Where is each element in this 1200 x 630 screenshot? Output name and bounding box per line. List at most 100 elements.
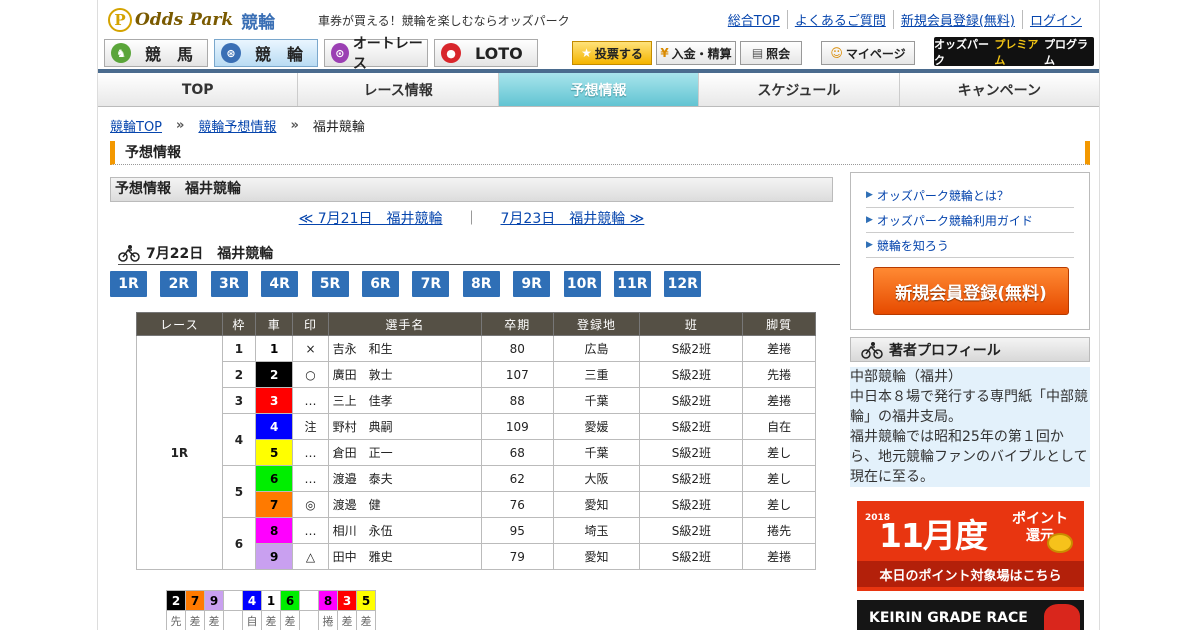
page: P Odds Park 競輪 車券が買える！競輪を楽しむならオッズパーク 総合T… [97,0,1100,630]
race-tab-8r[interactable]: 8R [462,271,500,297]
waku-cell: 2 [221,361,257,388]
mark-cell: × [292,335,329,362]
line-style-cell [223,610,243,630]
site-logo[interactable]: P Odds Park 競輪 [108,7,275,33]
bicycle-icon: ⊛ [221,43,241,63]
race-tab-12r[interactable]: 12R [664,271,702,297]
logo-text: Odds Park [135,10,234,30]
sidebar-link-label: オッズパーク競輪とは？ [876,188,1009,203]
sport-tab-keirin[interactable]: ⊛ 競 輪 [214,39,318,67]
waku-cell: 5 [221,465,257,518]
breadcrumb-current: 福井競輪 [312,120,365,135]
race-tab-5r[interactable]: 5R [311,271,349,297]
term-cell: 95 [481,517,554,544]
race-tab-2r[interactable]: 2R [160,271,198,297]
inquiry-button[interactable]: ▤ 照会 [740,41,802,65]
breadcrumb-prediction[interactable]: 競輪予想情報 [198,116,276,135]
mypage-button[interactable]: ☺ マイページ [821,41,915,65]
tagline: 車券が買える！競輪を楽しむならオッズパーク [318,14,570,28]
race-tab-1r[interactable]: 1R [110,271,147,297]
term-cell: 79 [481,543,554,570]
sidebar-link-about[interactable]: ▶ オッズパーク競輪とは？ [866,183,1074,208]
column-header: 枠 [221,312,257,336]
style-cell: 差し [742,465,816,492]
term-cell: 109 [481,413,554,440]
mark-cell: △ [292,543,329,570]
sport-tab-keiba[interactable]: ♞ 競 馬 [104,39,208,67]
race-tab-9r[interactable]: 9R [513,271,551,297]
prev-day-link[interactable]: ≪ 7月21日 福井競輪 [299,211,443,227]
car-number-cell: 6 [255,465,294,492]
mark-cell: ◎ [292,491,329,518]
sport-tab-autorace[interactable]: ⊙ オートレース [324,36,428,72]
next-day-link[interactable]: 7月23日 福井競輪 ≫ [501,211,645,227]
race-tab-11r[interactable]: 11R [613,271,651,297]
grade-race-banner[interactable]: KEIRIN GRADE RACE [857,600,1084,630]
car-number-cell: 4 [255,413,294,440]
autorace-icon: ⊙ [331,43,349,63]
race-tab-10r[interactable]: 10R [563,271,601,297]
breadcrumb: 競輪TOP » 競輪予想情報 » 福井競輪 [110,116,365,135]
link-login[interactable]: ログイン [1021,10,1089,29]
link-faq[interactable]: よくあるご質問 [786,10,893,29]
sport-tab-label: 競 馬 [145,45,194,64]
line-style-cell: 差 [280,610,300,630]
race-tab-3r[interactable]: 3R [210,271,248,297]
style-cell: 差し [742,439,816,466]
helmet-icon [1044,604,1080,630]
class-cell: S級2班 [639,517,744,544]
premium-program-banner[interactable]: オッズパーク プレミアム プログラム [934,37,1094,67]
column-header: レース [136,312,223,336]
class-cell: S級2班 [639,335,744,362]
car-number-cell: 7 [255,491,294,518]
global-nav: TOP レース情報 予想情報 スケジュール キャンペーン [98,69,1099,107]
column-header: 登録地 [552,312,641,336]
author-text-line: 中部競輪（福井） [850,369,962,385]
mark-cell: … [292,517,329,544]
prefecture-cell: 埼玉 [552,517,641,544]
author-profile-heading: 著者プロフィール [850,337,1090,362]
nav-schedule[interactable]: スケジュール [698,73,898,106]
nav-top[interactable]: TOP [98,73,297,106]
link-general-top[interactable]: 総合TOP [721,10,787,29]
rider-name-cell: 倉田 正一 [327,439,483,466]
prefecture-cell: 千葉 [552,439,641,466]
logo-sub: 競輪 [241,12,276,33]
sidebar-link-learn[interactable]: ▶ 競輪を知ろう [866,233,1074,258]
sport-tab-loto[interactable]: ● LOTO [434,39,538,67]
point-campaign-banner[interactable]: 2018 11月度 ポイント 還元 本日のポイント対象場はこちら [857,501,1084,591]
race-tab-4r[interactable]: 4R [261,271,299,297]
car-number-cell: 1 [255,335,294,362]
sub-heading: 予想情報 福井競輪 [110,177,833,202]
nav-prediction[interactable]: 予想情報 [497,73,699,106]
link-register[interactable]: 新規会員登録(無料) [892,10,1022,29]
deposit-button[interactable]: ¥ 入金・精算 [656,41,736,65]
waku-cell: 6 [221,517,257,570]
premium-pre: オッズパーク [934,37,989,67]
race-tab-6r[interactable]: 6R [361,271,399,297]
author-profile-title: 著者プロフィール [889,342,1001,359]
breadcrumb-keirin-top[interactable]: 競輪TOP [110,116,162,135]
race-cell: 1R [136,335,223,570]
line-car-cell: 3 [337,590,357,611]
car-number-cell: 9 [255,543,294,570]
race-tab-7r[interactable]: 7R [412,271,450,297]
line-style-cell [299,610,319,630]
style-cell: 捲先 [742,517,816,544]
line-car-row: 279416835 [166,590,376,611]
nav-campaign[interactable]: キャンペーン [898,73,1099,106]
mark-cell: 注 [292,413,329,440]
day-nav-sep: ｜ [464,211,479,227]
race-tabs: 1R 2R 3R 4R 5R 6R 7R 8R 9R 10R 11R 12R [110,271,715,297]
cyclist-icon [118,244,140,262]
sidebar-link-guide[interactable]: ▶ オッズパーク競輪利用ガイド [866,208,1074,233]
register-button[interactable]: 新規会員登録(無料) [873,267,1069,315]
mark-cell: … [292,387,329,414]
cyclist-icon [861,341,883,359]
nav-race-info[interactable]: レース情報 [297,73,497,106]
vote-button[interactable]: ★ 投票する [572,41,652,65]
deposit-label: 入金・精算 [671,46,732,61]
waku-cell: 1 [221,335,257,362]
line-style-cell: 差 [261,610,281,630]
sidebar-link-label: オッズパーク競輪利用ガイド [876,213,1033,228]
